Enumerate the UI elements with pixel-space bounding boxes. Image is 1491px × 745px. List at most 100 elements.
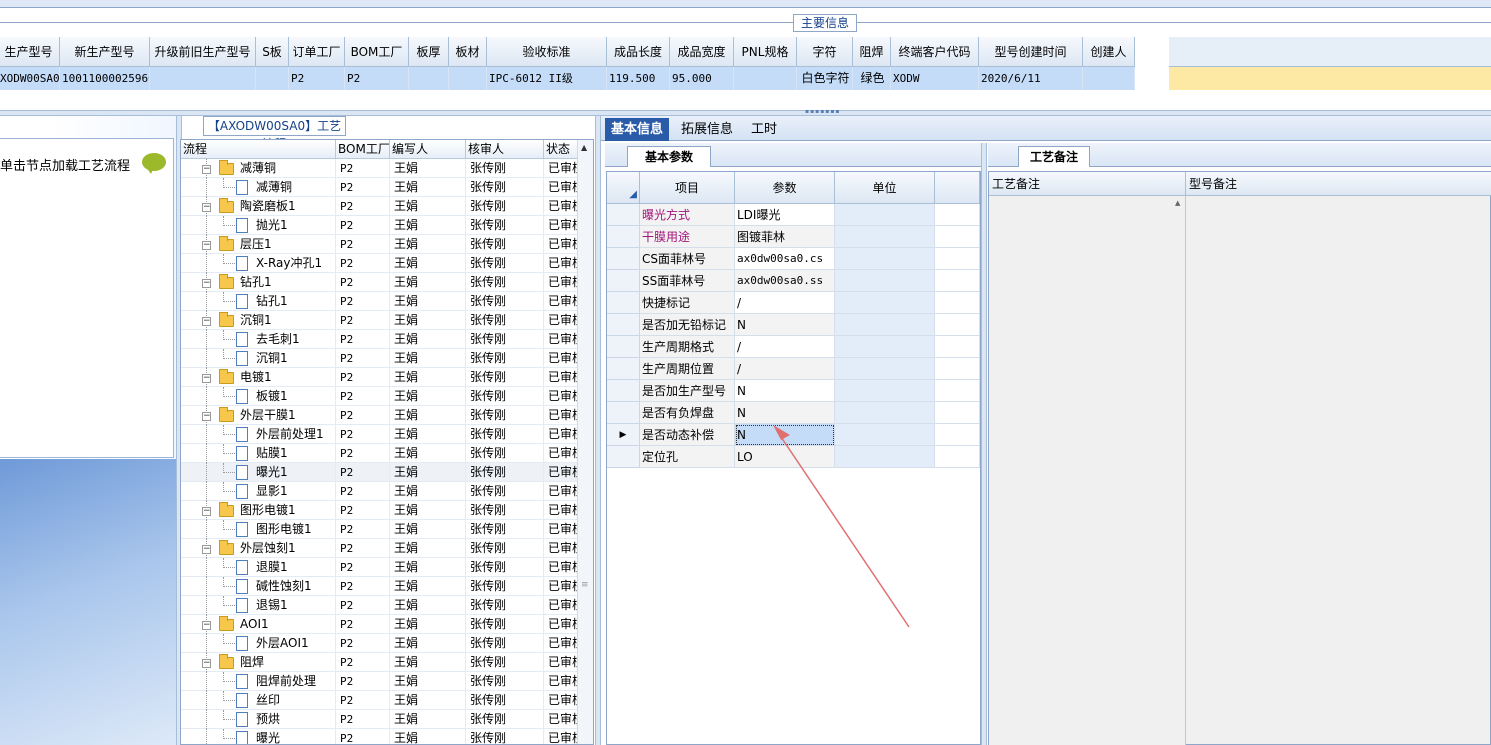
tree-node[interactable]: 曝光1 (181, 463, 336, 482)
param-row[interactable]: 生产周期位置 / (607, 358, 980, 380)
collapse-icon[interactable]: − (202, 659, 211, 668)
row-highlight-cell[interactable] (1169, 67, 1491, 90)
col-unit[interactable]: 单位 (835, 172, 935, 204)
row-indicator[interactable] (607, 402, 640, 424)
tree-node[interactable]: − 图形电镀1 (181, 501, 336, 520)
param-unit[interactable] (835, 358, 935, 380)
param-value[interactable]: ax0dw00sa0.cs (735, 248, 835, 270)
tree-node[interactable]: 抛光1 (181, 216, 336, 235)
tree-row[interactable]: − 减薄铜 P2王娟张传刚已审核 (181, 159, 578, 178)
tree-col-0[interactable]: 流程 (181, 140, 336, 159)
tree-row[interactable]: − 图形电镀1 P2王娟张传刚已审核 (181, 501, 578, 520)
tree-row[interactable]: − 外层干膜1 P2王娟张传刚已审核 (181, 406, 578, 425)
tree-node[interactable]: − 层压1 (181, 235, 336, 254)
main-cell-2[interactable] (150, 67, 256, 90)
col-header-1[interactable]: 新生产型号 (60, 37, 150, 67)
col-process-remark[interactable]: 工艺备注 (989, 172, 1186, 196)
tree-row[interactable]: 预烘 P2王娟张传刚已审核 (181, 710, 578, 729)
main-cell-8[interactable]: IPC-6012 II级 (487, 67, 607, 90)
tab-basic-params[interactable]: 基本参数 (627, 146, 711, 167)
tree-node[interactable]: − 钻孔1 (181, 273, 336, 292)
flow-tree[interactable]: 流程BOM工厂编写人核审人状态 −减薄铜P2王娟张传刚已审核减薄铜P2王娟张传刚… (180, 139, 594, 745)
param-unit[interactable] (835, 314, 935, 336)
tree-row[interactable]: 退锡1 P2王娟张传刚已审核 (181, 596, 578, 615)
tree-node[interactable]: 图形电镀1 (181, 520, 336, 539)
param-value[interactable]: ax0dw00sa0.ss (735, 270, 835, 292)
tree-col-2[interactable]: 编写人 (390, 140, 466, 159)
tree-node[interactable]: 曝光 (181, 729, 336, 744)
param-row[interactable]: 是否加无铅标记 N (607, 314, 980, 336)
tree-scrollbar[interactable]: ▲ ≡ (577, 140, 593, 744)
param-row[interactable]: 快捷标记 / (607, 292, 980, 314)
current-row-icon[interactable]: ▶ (607, 424, 640, 446)
tree-row[interactable]: − 钻孔1 P2王娟张传刚已审核 (181, 273, 578, 292)
tree-node[interactable]: 退锡1 (181, 596, 336, 615)
tree-node[interactable]: − 陶瓷磨板1 (181, 197, 336, 216)
tab-process-remark[interactable]: 工艺备注 (1018, 146, 1090, 167)
tree-node[interactable]: − 外层干膜1 (181, 406, 336, 425)
collapse-icon[interactable]: − (202, 279, 211, 288)
col-header-12[interactable]: 字符 (797, 37, 853, 67)
params-grid[interactable]: ◢ 项目 参数 单位 曝光方式 LDI曝光 干膜用途 图镀菲林 CS面菲林号 ax0dw0… (606, 171, 981, 745)
tree-node[interactable]: − 沉铜1 (181, 311, 336, 330)
main-cell-13[interactable]: 绿色 (853, 67, 891, 90)
col-header-4[interactable]: 订单工厂 (289, 37, 345, 67)
tab-extended-info[interactable]: 拓展信息 (675, 118, 739, 141)
tree-node[interactable]: 碱性蚀刻1 (181, 577, 336, 596)
col-value[interactable]: 参数 (735, 172, 835, 204)
param-value[interactable]: / (735, 358, 835, 380)
tree-row[interactable]: 曝光1 P2王娟张传刚已审核 (181, 463, 578, 482)
row-indicator[interactable] (607, 336, 640, 358)
tree-row[interactable]: 板镀1 P2王娟张传刚已审核 (181, 387, 578, 406)
row-indicator[interactable] (607, 358, 640, 380)
main-cell-15[interactable]: 2020/6/11 (979, 67, 1083, 90)
tree-row[interactable]: − 阻焊 P2王娟张传刚已审核 (181, 653, 578, 672)
tree-row[interactable]: 阻焊前处理 P2王娟张传刚已审核 (181, 672, 578, 691)
main-cell-7[interactable] (449, 67, 487, 90)
row-indicator[interactable] (607, 314, 640, 336)
collapse-icon[interactable]: − (202, 621, 211, 630)
collapse-icon[interactable]: − (202, 317, 211, 326)
param-row[interactable]: 曝光方式 LDI曝光 (607, 204, 980, 226)
tree-col-1[interactable]: BOM工厂 (336, 140, 390, 159)
main-cell-9[interactable]: 119.500 (607, 67, 670, 90)
row-indicator[interactable] (607, 226, 640, 248)
tree-row[interactable]: − 外层蚀刻1 P2王娟张传刚已审核 (181, 539, 578, 558)
remark-grid[interactable]: 工艺备注 型号备注 ▲ (988, 171, 1491, 745)
main-cell-1[interactable]: 10011000025960 (60, 67, 150, 90)
collapse-icon[interactable]: − (202, 545, 211, 554)
tree-node[interactable]: 钻孔1 (181, 292, 336, 311)
param-row[interactable]: ▶ 是否动态补偿 N (607, 424, 980, 446)
tree-node[interactable]: 减薄铜 (181, 178, 336, 197)
scroll-up-icon[interactable]: ▲ (581, 143, 587, 152)
tree-node[interactable]: − AOI1 (181, 615, 336, 634)
col-header-13[interactable]: 阻焊 (853, 37, 891, 67)
tree-node[interactable]: 沉铜1 (181, 349, 336, 368)
param-unit[interactable] (835, 336, 935, 358)
tree-row[interactable]: 去毛刺1 P2王娟张传刚已审核 (181, 330, 578, 349)
tree-row[interactable]: 贴膜1 P2王娟张传刚已审核 (181, 444, 578, 463)
col-header-16[interactable]: 创建人 (1083, 37, 1135, 67)
col-header-3[interactable]: S板 (256, 37, 289, 67)
main-cell-14[interactable]: XODW (891, 67, 979, 90)
param-value[interactable]: N (735, 402, 835, 424)
tree-node[interactable]: 预烘 (181, 710, 336, 729)
tree-row[interactable]: − AOI1 P2王娟张传刚已审核 (181, 615, 578, 634)
param-unit[interactable] (835, 446, 935, 468)
param-unit[interactable] (835, 380, 935, 402)
col-header-7[interactable]: 板材 (449, 37, 487, 67)
tree-node[interactable]: − 外层蚀刻1 (181, 539, 336, 558)
col-header-11[interactable]: PNL规格 (734, 37, 797, 67)
row-indicator[interactable] (607, 204, 640, 226)
col-header-0[interactable]: 生产型号 (0, 37, 60, 67)
col-header-9[interactable]: 成品长度 (607, 37, 670, 67)
collapse-icon[interactable]: − (202, 165, 211, 174)
param-unit[interactable] (835, 424, 935, 446)
param-value[interactable]: 图镀菲林 (735, 226, 835, 248)
param-value[interactable]: N (735, 314, 835, 336)
param-unit[interactable] (835, 292, 935, 314)
tree-row[interactable]: 外层前处理1 P2王娟张传刚已审核 (181, 425, 578, 444)
remark-scroll-up-icon[interactable]: ▲ (1175, 199, 1180, 207)
tree-node[interactable]: 外层AOI1 (181, 634, 336, 653)
row-indicator[interactable] (607, 446, 640, 468)
